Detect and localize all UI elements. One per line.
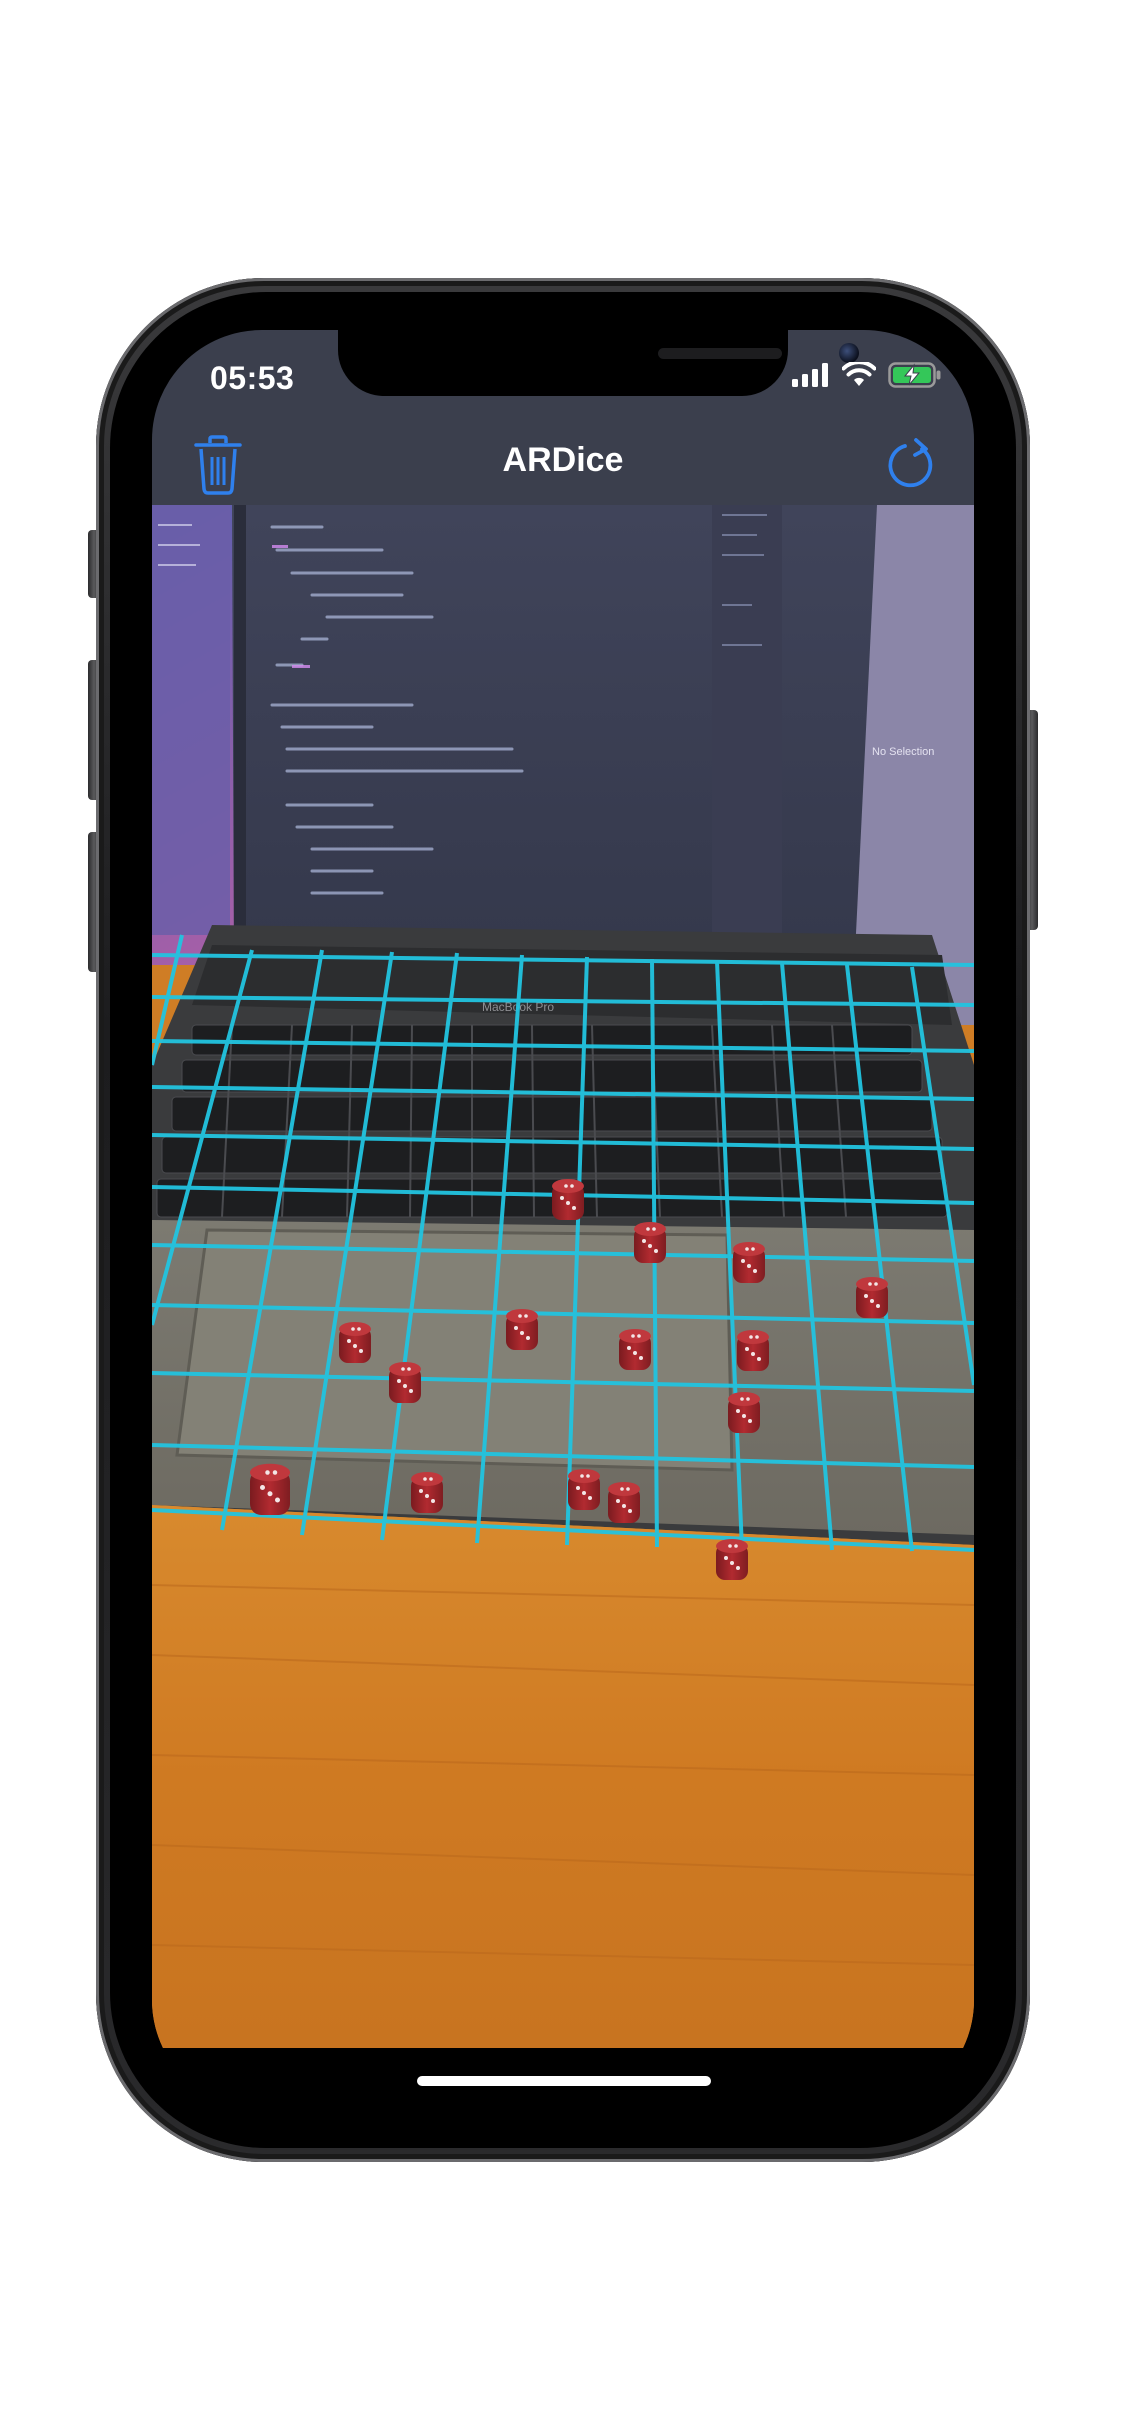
status-time: 05:53 <box>210 360 295 396</box>
no-selection-label: No Selection <box>872 746 934 758</box>
wifi-icon <box>842 362 876 386</box>
front-camera <box>839 343 859 363</box>
phone-screen: 05:53 ARDice No Selection MacBook Pro <box>152 330 974 2110</box>
home-indicator-area <box>152 2048 974 2110</box>
canvas: 05:53 ARDice No Selection MacBook Pro <box>0 0 1125 2436</box>
navigation-bar: ARDice <box>152 425 974 505</box>
ar-camera-feed: No Selection MacBook Pro <box>152 505 974 2048</box>
notch <box>338 330 859 396</box>
ar-scene-view[interactable]: No Selection MacBook Pro <box>152 505 974 2048</box>
earpiece-speaker <box>658 348 782 359</box>
status-icons <box>792 362 942 388</box>
battery-charging-icon <box>888 362 941 388</box>
home-indicator[interactable] <box>417 2076 711 2086</box>
nav-title: ARDice <box>502 441 624 479</box>
cellular-signal-icon <box>792 363 828 387</box>
reload-icon[interactable] <box>882 437 938 493</box>
top-bar: 05:53 ARDice <box>152 330 974 505</box>
